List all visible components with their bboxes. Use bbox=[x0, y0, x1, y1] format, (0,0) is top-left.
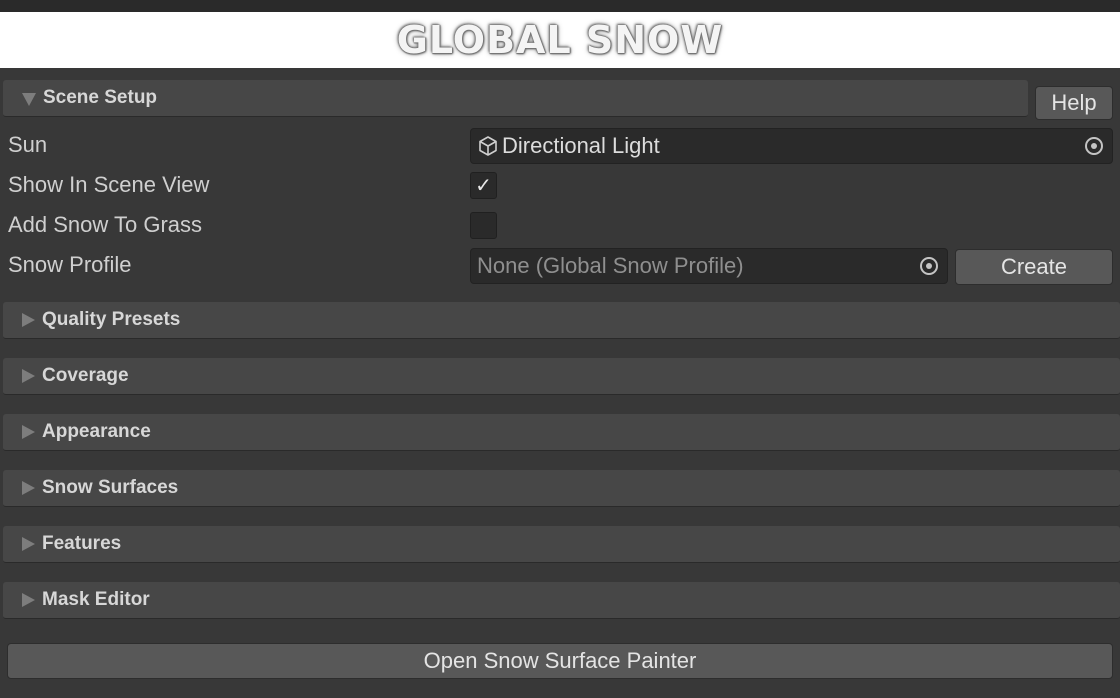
foldout-snow-surfaces[interactable]: Snow Surfaces bbox=[3, 470, 1120, 507]
foldout-label: Coverage bbox=[42, 365, 129, 386]
foldout-appearance[interactable]: Appearance bbox=[3, 414, 1120, 451]
snow-profile-value: None (Global Snow Profile) bbox=[477, 253, 744, 278]
foldout-label: Appearance bbox=[42, 421, 151, 442]
cube-icon bbox=[477, 135, 499, 157]
triangle-right-icon bbox=[22, 537, 35, 551]
foldout-label: Scene Setup bbox=[43, 87, 158, 108]
foldout-coverage[interactable]: Coverage bbox=[3, 358, 1120, 395]
foldout-quality-presets[interactable]: Quality Presets bbox=[3, 302, 1120, 339]
foldout-label: Snow Surfaces bbox=[42, 477, 179, 498]
sun-object-field[interactable]: Directional Light bbox=[470, 128, 1113, 164]
snow-profile-label: Snow Profile bbox=[8, 252, 132, 277]
triangle-right-icon bbox=[22, 369, 35, 383]
triangle-right-icon bbox=[22, 313, 35, 327]
banner: GLOBAL SNOW bbox=[0, 12, 1120, 68]
object-picker-icon[interactable] bbox=[920, 257, 938, 275]
foldout-label: Quality Presets bbox=[42, 309, 181, 330]
inspector-panel: Scene Setup Help Sun Directional Light S… bbox=[0, 68, 1120, 698]
banner-title: GLOBAL SNOW bbox=[396, 18, 724, 62]
triangle-right-icon bbox=[22, 425, 35, 439]
snow-profile-object-field[interactable]: None (Global Snow Profile) bbox=[470, 248, 948, 284]
show-in-scene-view-label: Show In Scene View bbox=[8, 172, 210, 197]
show-in-scene-view-checkbox[interactable]: ✓ bbox=[470, 172, 497, 199]
sun-label: Sun bbox=[8, 132, 48, 157]
foldout-label: Mask Editor bbox=[42, 589, 150, 610]
triangle-down-icon bbox=[22, 92, 36, 106]
object-picker-icon[interactable] bbox=[1085, 137, 1103, 155]
add-snow-to-grass-label: Add Snow To Grass bbox=[8, 212, 203, 237]
open-snow-surface-painter-button[interactable]: Open Snow Surface Painter bbox=[7, 643, 1113, 679]
triangle-right-icon bbox=[22, 481, 35, 495]
create-button[interactable]: Create bbox=[955, 249, 1113, 285]
top-bar bbox=[0, 0, 1120, 12]
help-button[interactable]: Help bbox=[1035, 86, 1113, 120]
foldout-mask-editor[interactable]: Mask Editor bbox=[3, 582, 1120, 619]
triangle-right-icon bbox=[22, 593, 35, 607]
add-snow-to-grass-checkbox[interactable] bbox=[470, 212, 497, 239]
foldout-label: Features bbox=[42, 533, 122, 554]
foldout-features[interactable]: Features bbox=[3, 526, 1120, 563]
foldout-scene-setup[interactable]: Scene Setup bbox=[3, 80, 1028, 117]
sun-value: Directional Light bbox=[502, 133, 660, 158]
checkmark-icon: ✓ bbox=[475, 175, 492, 197]
